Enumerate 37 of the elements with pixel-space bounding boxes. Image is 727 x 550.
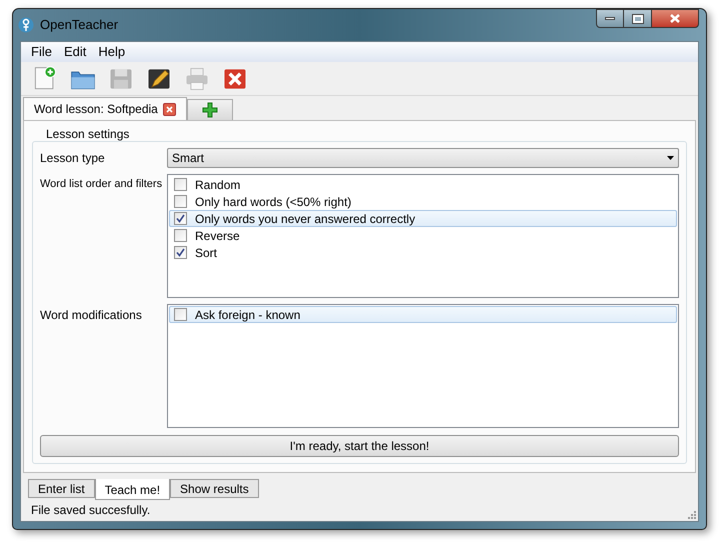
list-item[interactable]: Reverse [169,227,677,244]
start-lesson-button[interactable]: I'm ready, start the lesson! [40,435,679,457]
mode-tab[interactable]: Enter list [28,479,95,498]
list-item[interactable]: Ask foreign - known [169,306,677,323]
menu-item[interactable]: Edit [58,42,92,62]
resize-grip-icon [687,510,696,519]
lesson-type-dropdown[interactable]: Smart [167,148,679,168]
menu-item[interactable]: Help [92,42,132,62]
window-title: OpenTeacher [40,16,118,34]
plus-icon [202,102,218,118]
field-label: Lesson type [40,150,106,167]
menu-item[interactable]: File [25,42,58,62]
dropdown-arrow-icon [667,156,674,160]
close-button[interactable] [651,9,699,28]
close-icon [670,14,680,23]
app-icon [18,17,34,33]
maximize-button[interactable] [624,9,651,28]
close-tab-icon[interactable] [162,102,176,116]
list-item[interactable]: Sort [169,244,677,261]
mode-tab[interactable]: Teach me! [94,479,170,500]
mode-tab[interactable]: Show results [170,479,259,498]
list-item[interactable]: Random [169,176,677,193]
add-tab-button[interactable] [186,99,233,120]
status-text: File saved succesfully. [31,502,152,519]
checkbox[interactable] [174,212,187,225]
document-tab[interactable]: Word lesson: Softpedia [23,97,187,120]
checkbox[interactable] [174,308,187,321]
group-title: Lesson settings [46,127,130,141]
checkbox[interactable] [174,195,187,208]
checkbox[interactable] [174,178,187,191]
checkbox[interactable] [174,246,187,259]
field-label: Word list order and filters [40,177,164,192]
list-item[interactable]: Only hard words (<50% right) [169,193,677,210]
field-label: Word modifications [40,307,143,324]
checkbox[interactable] [174,229,187,242]
minimize-button[interactable] [596,9,624,28]
list-item[interactable]: Only words you never answered correctly [169,210,677,227]
